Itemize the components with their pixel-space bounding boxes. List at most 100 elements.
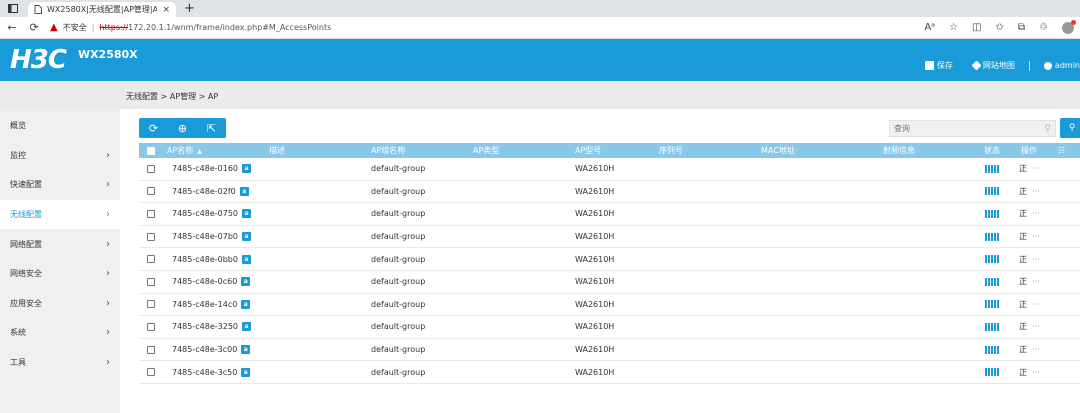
table-toolbar: ⟳ ⊕ ⇱ xyxy=(139,118,226,138)
row-checkbox[interactable] xyxy=(147,164,155,173)
ap-badge-icon: a xyxy=(242,322,251,332)
sidebar-item[interactable]: 工具 › xyxy=(0,348,120,378)
new-tab-button[interactable]: + xyxy=(184,1,195,16)
row-checkbox[interactable] xyxy=(147,209,155,218)
ap-badge-icon: a xyxy=(241,254,251,264)
sidebar-item[interactable]: 监控 › xyxy=(0,141,120,171)
op-action[interactable]: 正 xyxy=(1019,164,1027,173)
read-aloud-icon[interactable]: Aᵃ xyxy=(924,22,935,33)
op-action[interactable]: 正 xyxy=(1019,300,1027,309)
ap-name[interactable]: 7485-c48e-0160 xyxy=(172,164,238,173)
sidebar-item[interactable]: 系统 › xyxy=(0,318,120,348)
table-row[interactable]: 7485-c48e-3c00 a default-group WA2610H 正 ··· xyxy=(139,339,1080,362)
table-row[interactable]: 7485-c48e-07b0 a default-group WA2610H 正 ··· xyxy=(139,226,1080,249)
extensions-icon[interactable]: ♲ xyxy=(1039,22,1048,33)
sidebar-item[interactable]: 网络安全 › xyxy=(0,259,120,289)
split-screen-icon[interactable]: ◫ xyxy=(972,22,981,33)
sidebar-item[interactable]: 无线配置 › xyxy=(0,199,120,230)
user-menu[interactable]: admin xyxy=(1043,61,1080,70)
add-button[interactable]: ⊕ xyxy=(168,118,197,138)
more-actions-icon[interactable]: ··· xyxy=(1032,164,1040,173)
row-checkbox[interactable] xyxy=(147,322,155,331)
save-button[interactable]: 保存 xyxy=(924,60,953,71)
ap-name[interactable]: 7485-c48e-0c60 xyxy=(172,277,237,286)
reload-icon[interactable]: ⟳ xyxy=(28,21,40,34)
sidebar-item[interactable]: 概览 xyxy=(0,111,120,141)
tab-close-icon[interactable]: × xyxy=(162,5,170,15)
ap-name[interactable]: 7485-c48e-07b0 xyxy=(172,232,238,241)
window-menu-icon[interactable] xyxy=(6,1,20,15)
op-action[interactable]: 正 xyxy=(1019,277,1027,286)
header-mac[interactable]: MAC地址 xyxy=(761,145,795,156)
op-action[interactable]: 正 xyxy=(1019,255,1027,264)
more-actions-icon[interactable]: ··· xyxy=(1032,368,1040,377)
header-radio[interactable]: 射频信息 xyxy=(883,145,915,156)
more-actions-icon[interactable]: ··· xyxy=(1032,255,1040,264)
more-actions-icon[interactable]: ··· xyxy=(1032,277,1040,286)
ap-name[interactable]: 7485-c48e-0bb0 xyxy=(172,255,238,264)
ap-name[interactable]: 7485-c48e-14c0 xyxy=(172,300,237,309)
table-row[interactable]: 7485-c48e-3c50 a default-group WA2610H 正 ··· xyxy=(139,361,1080,384)
chevron-right-icon: › xyxy=(106,357,110,369)
sitemap-button[interactable]: 网站地图 xyxy=(971,60,1015,71)
status-signal-icon xyxy=(985,232,999,241)
browser-tab[interactable]: WX2580X|无线配置|AP管理|AP × xyxy=(28,2,176,17)
header-status[interactable]: 状态 xyxy=(984,145,1000,156)
select-all-checkbox[interactable] xyxy=(147,146,155,155)
row-checkbox[interactable] xyxy=(147,187,155,196)
model-cell: WA2610H xyxy=(575,367,615,377)
ap-name[interactable]: 7485-c48e-3c50 xyxy=(172,368,237,377)
row-checkbox[interactable] xyxy=(147,255,155,264)
sidebar-item[interactable]: 网络配置 › xyxy=(0,229,120,259)
row-checkbox[interactable] xyxy=(147,277,155,286)
table-row[interactable]: 7485-c48e-0750 a default-group WA2610H 正 ··· xyxy=(139,203,1080,226)
search-input[interactable] xyxy=(894,124,1034,133)
header-model[interactable]: AP型号 xyxy=(575,145,601,156)
ap-name[interactable]: 7485-c48e-3250 xyxy=(172,322,238,331)
row-checkbox[interactable] xyxy=(147,232,155,241)
more-actions-icon[interactable]: ··· xyxy=(1032,345,1040,354)
op-action[interactable]: 正 xyxy=(1019,345,1027,354)
row-checkbox[interactable] xyxy=(147,345,155,354)
header-ap-type[interactable]: AP类型 xyxy=(473,145,499,156)
table-row[interactable]: 7485-c48e-14c0 a default-group WA2610H 正 ··· xyxy=(139,294,1080,317)
op-action[interactable]: 正 xyxy=(1019,209,1027,218)
op-action[interactable]: 正 xyxy=(1019,368,1027,377)
search-icon[interactable]: ⚲ xyxy=(1044,124,1051,134)
header-group[interactable]: AP组名称 xyxy=(371,145,405,156)
favorites-icon[interactable]: ✩ xyxy=(996,22,1004,33)
collections-icon[interactable]: ⧉ xyxy=(1018,22,1025,33)
row-checkbox[interactable] xyxy=(147,300,155,309)
more-actions-icon[interactable]: ··· xyxy=(1032,232,1040,241)
header-description[interactable]: 描述 xyxy=(269,145,285,156)
op-action[interactable]: 正 xyxy=(1019,232,1027,241)
column-settings-icon[interactable]: ☷ xyxy=(1058,146,1065,155)
header-serial[interactable]: 序列号 xyxy=(659,145,683,156)
table-row[interactable]: 7485-c48e-3250 a default-group WA2610H 正 ··· xyxy=(139,316,1080,339)
export-button[interactable]: ⇱ xyxy=(197,118,226,138)
op-action[interactable]: 正 xyxy=(1019,187,1027,196)
more-actions-icon[interactable]: ··· xyxy=(1032,209,1040,218)
more-actions-icon[interactable]: ··· xyxy=(1032,322,1040,331)
sidebar-item[interactable]: 应用安全 › xyxy=(0,289,120,319)
back-icon[interactable]: ← xyxy=(6,21,18,34)
op-action[interactable]: 正 xyxy=(1019,322,1027,331)
favorite-star-icon[interactable]: ☆ xyxy=(949,22,958,33)
table-row[interactable]: 7485-c48e-0c60 a default-group WA2610H 正 ··· xyxy=(139,271,1080,294)
advanced-search-button[interactable]: ⚲ xyxy=(1060,118,1080,138)
status-signal-icon xyxy=(985,209,999,218)
row-checkbox[interactable] xyxy=(147,368,155,377)
ap-name[interactable]: 7485-c48e-3c00 xyxy=(172,345,237,354)
table-row[interactable]: 7485-c48e-02f0 a default-group WA2610H 正 ··· xyxy=(139,181,1080,204)
refresh-button[interactable]: ⟳ xyxy=(139,118,168,138)
table-row[interactable]: 7485-c48e-0bb0 a default-group WA2610H 正 ··· xyxy=(139,248,1080,271)
more-actions-icon[interactable]: ··· xyxy=(1032,300,1040,309)
ap-name[interactable]: 7485-c48e-02f0 xyxy=(172,187,236,196)
table-row[interactable]: 7485-c48e-0160 a default-group WA2610H 正 ··· xyxy=(139,158,1080,181)
sidebar-item[interactable]: 快速配置 › xyxy=(0,170,120,200)
profile-avatar-icon[interactable] xyxy=(1062,19,1076,34)
more-actions-icon[interactable]: ··· xyxy=(1032,187,1040,196)
ap-name[interactable]: 7485-c48e-0750 xyxy=(172,209,238,218)
header-ap-name[interactable]: AP名称 ▲ xyxy=(167,145,202,156)
url-box[interactable]: ▲ 不安全 | https:// 172.20.1.1/wnm/frame/in… xyxy=(50,22,331,33)
